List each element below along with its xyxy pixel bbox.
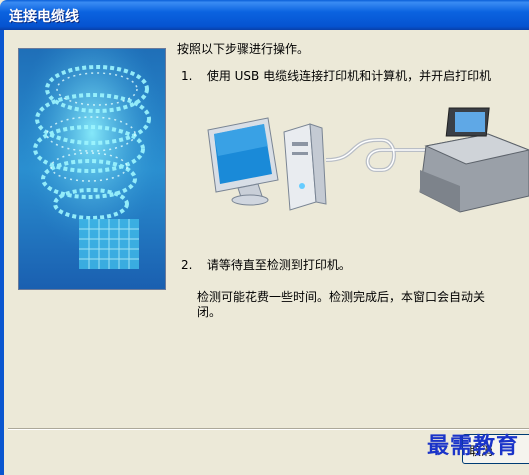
- step-1-number: 1.: [181, 69, 193, 83]
- step-2-number: 2.: [181, 258, 193, 272]
- step-1-text: 使用 USB 电缆线连接打印机和计算机，并开启打印机: [206, 69, 492, 83]
- side-banner-image: [18, 48, 166, 290]
- step-2-note-line-1: 检测可能花费一些时间。检测完成后，本窗口会自动关: [197, 290, 486, 304]
- step-1: 1. 使用 USB 电缆线连接打印机和计算机，并开启打印机: [181, 67, 491, 84]
- window-frame-left: [0, 30, 4, 475]
- step-2: 2. 请等待直至检测到打印机。: [181, 256, 351, 273]
- window-title: 连接电缆线: [9, 9, 79, 25]
- watermark-text: 最需教育: [426, 433, 519, 459]
- printer-icon: [419, 107, 529, 213]
- connection-illustration: [198, 100, 529, 225]
- title-bar[interactable]: 连接电缆线: [0, 0, 529, 30]
- computer-tower-icon: [283, 123, 327, 211]
- step-2-note-line-2: 闭。: [197, 305, 222, 319]
- monitor-icon: [207, 117, 279, 206]
- step-2-text: 请等待直至检测到打印机。: [206, 258, 351, 272]
- instructions-intro: 按照以下步骤进行操作。: [177, 42, 310, 56]
